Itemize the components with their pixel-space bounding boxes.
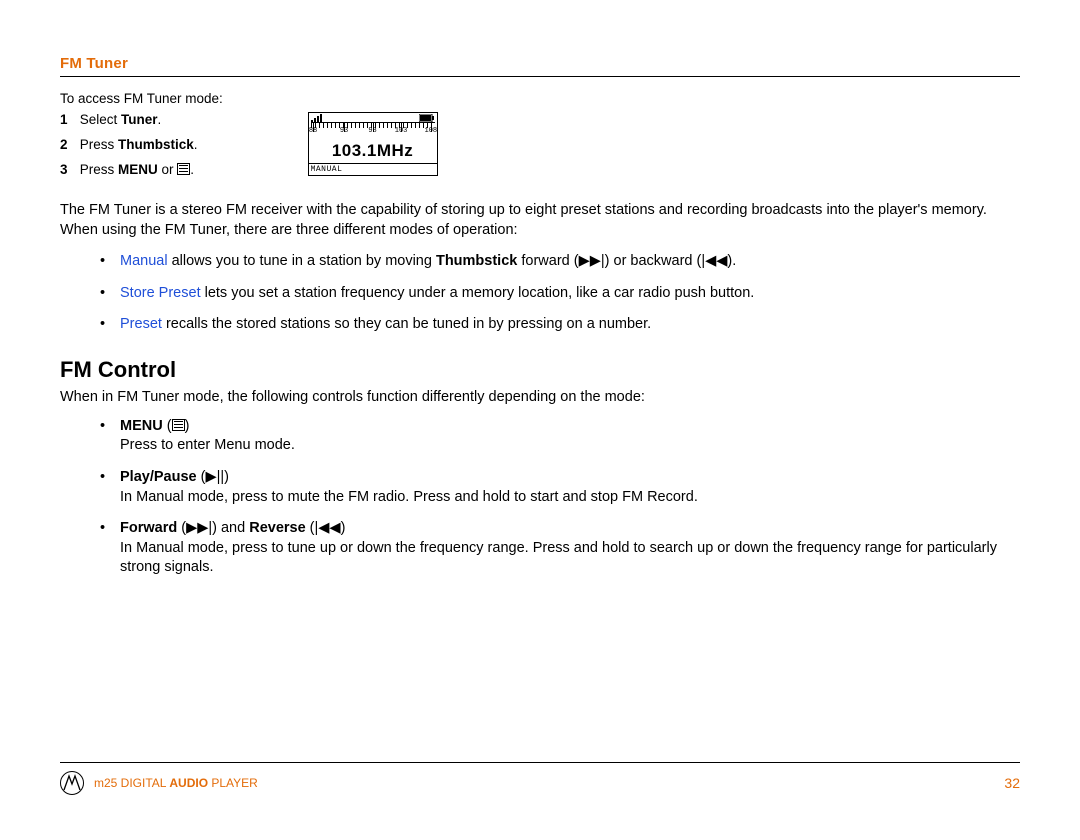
step-text-post: or <box>158 162 178 177</box>
lcd-screenshot: 88 93 98 103 108 103.1MHz MANUAL <box>308 112 438 176</box>
step-text-pre: Select <box>80 112 121 127</box>
mode-text-a: allows you to tune in a station by movin… <box>168 253 436 269</box>
fm-control-intro: When in FM Tuner mode, the following con… <box>60 389 1020 405</box>
mode-name: Store Preset <box>120 285 201 301</box>
and-text: and <box>217 520 249 536</box>
mode-text-b: forward (▶▶|) or backward (|◀◀). <box>517 253 736 269</box>
step-number: 3 <box>60 162 76 177</box>
step-text-bold: Thumbstick <box>118 137 194 152</box>
footer-p3: PLAYER <box>208 776 258 790</box>
control-forward-reverse: Forward (▶▶|) and Reverse (|◀◀) In Manua… <box>60 519 1020 578</box>
playpause-icon: (▶||) <box>201 469 229 485</box>
tick-label: 93 <box>340 128 348 135</box>
modes-list: Manual allows you to tune in a station b… <box>60 252 1020 335</box>
mode-preset: Preset recalls the stored stations so th… <box>60 315 1020 335</box>
step-text-bold: Tuner <box>121 112 158 127</box>
step-3: 3 Press MENU or . <box>60 162 198 177</box>
page-number: 32 <box>1004 775 1020 791</box>
menu-icon <box>177 163 190 175</box>
step-text-period: . <box>190 162 194 177</box>
step-text-pre: Press <box>80 137 118 152</box>
tick-label: 98 <box>368 128 376 135</box>
intro-block: To access FM Tuner mode: 1 Select Tuner.… <box>60 91 1020 187</box>
access-line: To access FM Tuner mode: <box>60 91 1020 106</box>
intro-paragraph: The FM Tuner is a stereo FM receiver wit… <box>60 201 1020 240</box>
lcd-frequency-scale: 88 93 98 103 108 <box>311 122 435 141</box>
steps-and-display: 1 Select Tuner. 2 Press Thumbstick. 3 Pr… <box>60 112 1020 187</box>
forward-icon: (▶▶|) <box>181 520 217 536</box>
control-desc: Press to enter Menu mode. <box>120 437 295 453</box>
mode-text-a: recalls the stored stations so they can … <box>162 316 651 332</box>
control-playpause: Play/Pause (▶||) In Manual mode, press t… <box>60 468 1020 507</box>
footer-p2: AUDIO <box>169 776 208 790</box>
control-label: MENU <box>120 418 163 434</box>
footer-left: m25 DIGITAL AUDIO PLAYER <box>60 771 258 795</box>
control-desc: In Manual mode, press to tune up or down… <box>120 540 997 576</box>
battery-icon <box>419 114 435 122</box>
control-desc: In Manual mode, press to mute the FM rad… <box>120 489 698 505</box>
document-page: FM Tuner To access FM Tuner mode: 1 Sele… <box>0 0 1080 840</box>
step-text-bold: MENU <box>118 162 158 177</box>
step-text-pre: Press <box>80 162 118 177</box>
mode-text-a: lets you set a station frequency under a… <box>201 285 755 301</box>
steps-list: 1 Select Tuner. 2 Press Thumbstick. 3 Pr… <box>60 112 198 187</box>
step-1: 1 Select Tuner. <box>60 112 198 127</box>
controls-list: MENU () Press to enter Menu mode. Play/P… <box>60 417 1020 578</box>
lcd-statusbar <box>309 113 437 122</box>
control-menu: MENU () Press to enter Menu mode. <box>60 417 1020 456</box>
tick-label: 88 <box>309 128 317 135</box>
step-number: 1 <box>60 112 76 127</box>
footer-p1: m25 DIGITAL <box>94 776 169 790</box>
mode-manual: Manual allows you to tune in a station b… <box>60 252 1020 272</box>
lcd-mode-label: MANUAL <box>309 163 437 175</box>
control-glyph-wrap: () <box>167 418 190 434</box>
tick-label: 103 <box>395 128 408 135</box>
mode-bold: Thumbstick <box>436 253 517 269</box>
signal-icon <box>311 114 325 122</box>
menu-icon <box>172 419 185 431</box>
control-label-forward: Forward <box>120 520 177 536</box>
step-text-post: . <box>194 137 198 152</box>
reverse-icon: (|◀◀) <box>306 520 346 536</box>
control-label: Play/Pause <box>120 469 197 485</box>
section-heading: FM Tuner <box>60 55 1020 77</box>
tick-label: 108 <box>425 128 438 135</box>
mode-store-preset: Store Preset lets you set a station freq… <box>60 284 1020 304</box>
fm-control-heading: FM Control <box>60 357 1020 383</box>
lcd-frequency-readout: 103.1MHz <box>309 141 437 163</box>
step-number: 2 <box>60 137 76 152</box>
mode-name: Manual <box>120 253 168 269</box>
step-2: 2 Press Thumbstick. <box>60 137 198 152</box>
mode-name: Preset <box>120 316 162 332</box>
step-text-post: . <box>158 112 162 127</box>
page-footer: m25 DIGITAL AUDIO PLAYER 32 <box>60 762 1020 795</box>
control-label-reverse: Reverse <box>249 520 305 536</box>
brand-logo-icon <box>60 771 84 795</box>
footer-text: m25 DIGITAL AUDIO PLAYER <box>94 776 258 790</box>
